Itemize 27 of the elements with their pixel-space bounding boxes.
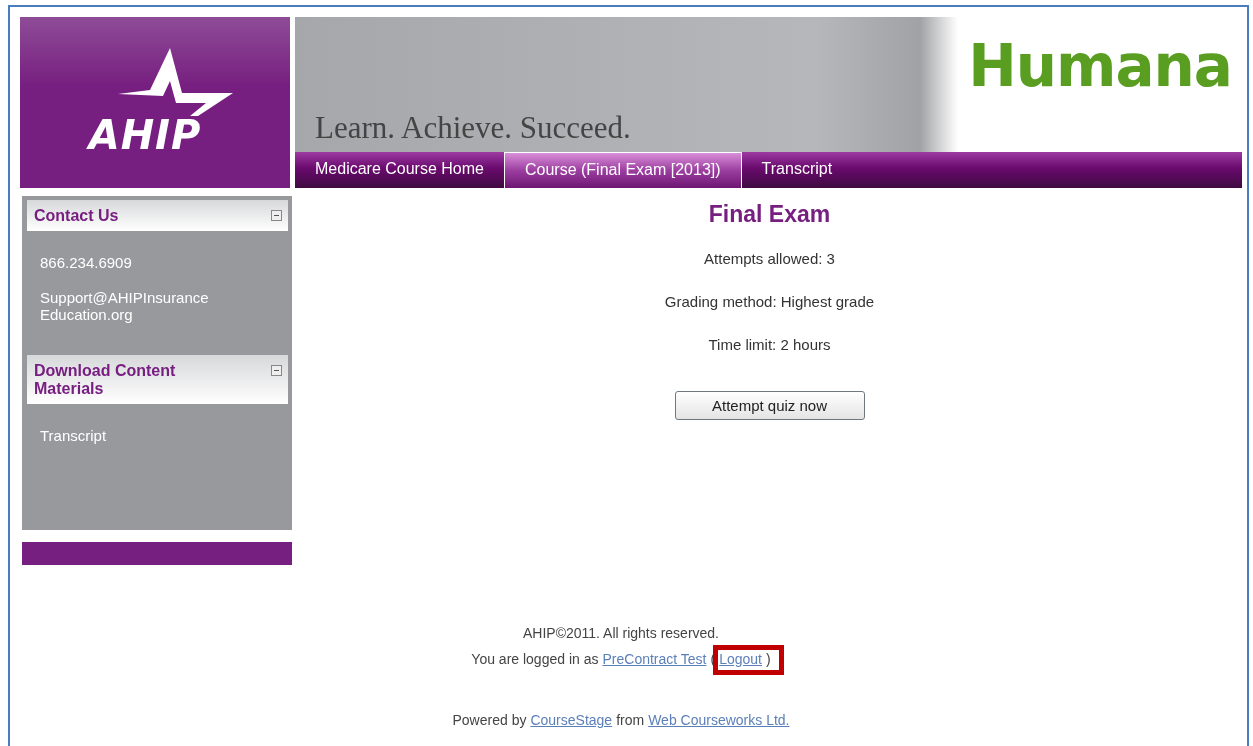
sidebar-item[interactable]: 866.234.6909 xyxy=(40,254,240,271)
footer-text: from xyxy=(616,712,645,728)
tagline: Learn. Achieve. Succeed. xyxy=(315,110,632,146)
footer-text: ) xyxy=(766,651,771,667)
footer-link[interactable]: CourseStage xyxy=(530,712,613,728)
quiz-detail: Time limit: 2 hours xyxy=(708,336,831,353)
sidebar-item[interactable]: Transcript xyxy=(40,427,240,444)
nav-tab[interactable]: Transcript xyxy=(741,152,853,188)
block-title: Contact Us xyxy=(34,207,120,225)
block-title: Download Content Materials xyxy=(34,362,177,398)
collapse-icon[interactable] xyxy=(271,210,282,221)
logo-text: AHIP xyxy=(88,111,202,158)
nav-tab[interactable]: Course (Final Exam [2013]) xyxy=(503,152,742,188)
footer-link[interactable]: Web Courseworks Ltd. xyxy=(648,712,790,728)
footer-text: You are logged in as xyxy=(471,651,599,667)
copyright-text: AHIP©2011. All rights reserved. xyxy=(522,625,719,641)
quiz-detail: Grading method: Highest grade xyxy=(664,293,875,310)
footer-link[interactable]: Logout xyxy=(719,651,762,667)
attempt-button[interactable]: Attempt quiz now xyxy=(674,391,865,420)
nav-tab[interactable]: Medicare Course Home xyxy=(295,152,504,188)
page-title: Final Exam xyxy=(708,201,831,228)
quiz-detail: Attempts allowed: 3 xyxy=(704,250,835,267)
sidebar-item[interactable]: Support@AHIPInsurance Education.org xyxy=(40,289,240,323)
brand-logo: Humana xyxy=(968,37,1232,95)
footer-text: Powered by xyxy=(452,712,527,728)
footer-link[interactable]: PreContract Test xyxy=(602,651,707,667)
collapse-icon[interactable] xyxy=(271,365,282,376)
